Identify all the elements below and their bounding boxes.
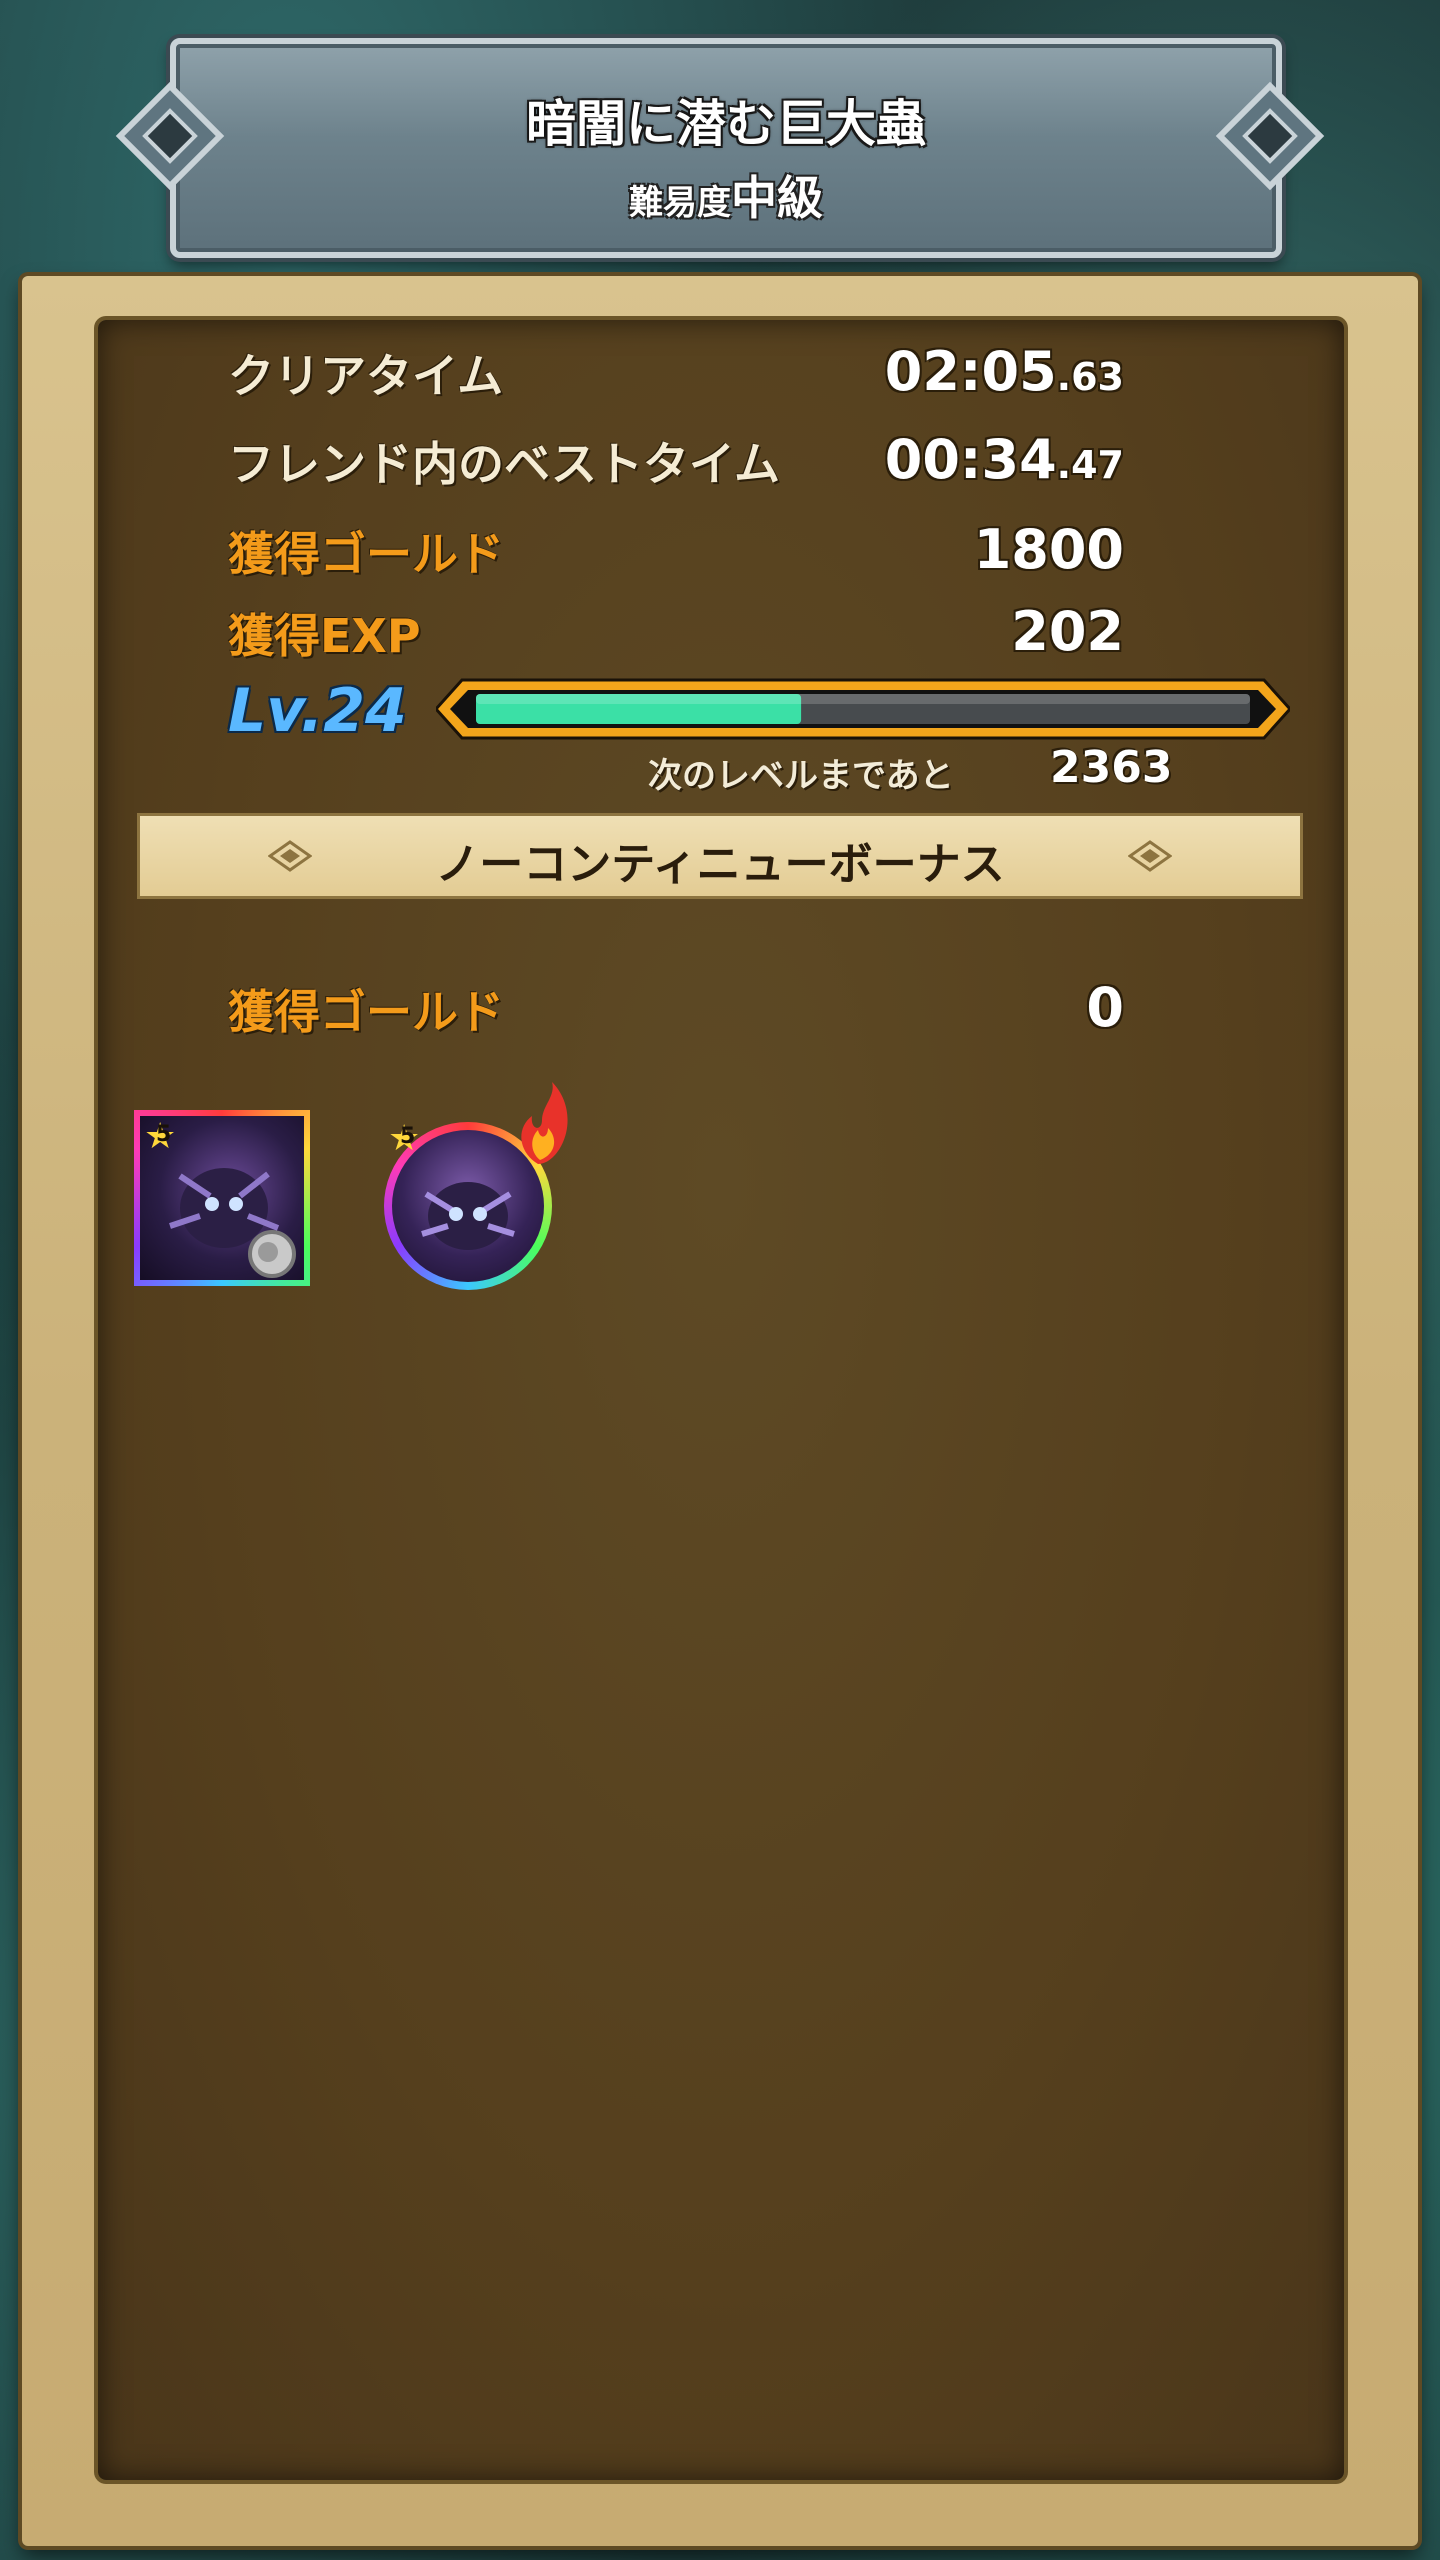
difficulty: 難易度中級 xyxy=(176,162,1276,228)
best-time-value: 00:34.47 xyxy=(885,428,1124,491)
next-level-value: 2363 xyxy=(1050,742,1173,793)
best-time-label: フレンド内のベストタイム xyxy=(228,437,780,491)
level-indicator: Lv.24 xyxy=(228,676,407,746)
bonus-gold-value: 0 xyxy=(1086,976,1124,1039)
medal-rarity: 5 xyxy=(400,1124,416,1149)
best-time-frac: .47 xyxy=(1056,443,1124,487)
bonus-gold-row: 獲得ゴールド 0 xyxy=(228,976,1124,1039)
clear-time-row: クリアタイム 02:05.63 xyxy=(228,340,1124,403)
bonus-left-ornament-icon xyxy=(268,840,312,872)
monster-card-art: ★ 5 xyxy=(140,1116,304,1280)
exp-row: 獲得EXP 202 xyxy=(228,600,1124,663)
best-time-main: 00:34 xyxy=(884,428,1057,491)
bonus-title: ノーコンティニューボーナス xyxy=(435,839,1005,890)
quest-title: 暗闇に潜む巨大蟲 xyxy=(526,95,926,153)
banner-left-ornament-icon xyxy=(115,81,225,191)
clear-time-value: 02:05.63 xyxy=(885,340,1124,403)
difficulty-value: 中級 xyxy=(731,171,823,225)
best-time-row: フレンド内のベストタイム 00:34.47 xyxy=(228,428,1124,491)
clear-time-frac: .63 xyxy=(1056,355,1124,399)
bonus-right-ornament-icon xyxy=(1128,840,1172,872)
no-continue-bonus-banner: ノーコンティニューボーナス xyxy=(140,816,1300,896)
clear-time-label: クリアタイム xyxy=(228,349,504,403)
quest-title-banner: 暗闇に潜む巨大蟲 難易度中級 xyxy=(170,38,1282,258)
exp-value: 202 xyxy=(1011,600,1124,663)
gold-row: 獲得ゴールド 1800 xyxy=(228,518,1124,581)
card-rarity: 5 xyxy=(156,1122,172,1147)
bonus-gold-label: 獲得ゴールド xyxy=(228,985,504,1039)
dropped-monster-card[interactable]: ★ 5 xyxy=(134,1110,310,1286)
exp-label: 獲得EXP xyxy=(228,609,421,663)
gold-value: 1800 xyxy=(973,518,1124,581)
next-level-label: 次のレベルまであと xyxy=(648,756,954,796)
gold-label: 獲得ゴールド xyxy=(228,527,504,581)
clear-time-main: 02:05 xyxy=(884,340,1057,403)
banner-right-ornament-icon xyxy=(1215,81,1325,191)
exp-progress-bar xyxy=(436,678,1290,740)
flame-icon xyxy=(521,1082,568,1164)
difficulty-label: 難易度 xyxy=(629,183,731,223)
